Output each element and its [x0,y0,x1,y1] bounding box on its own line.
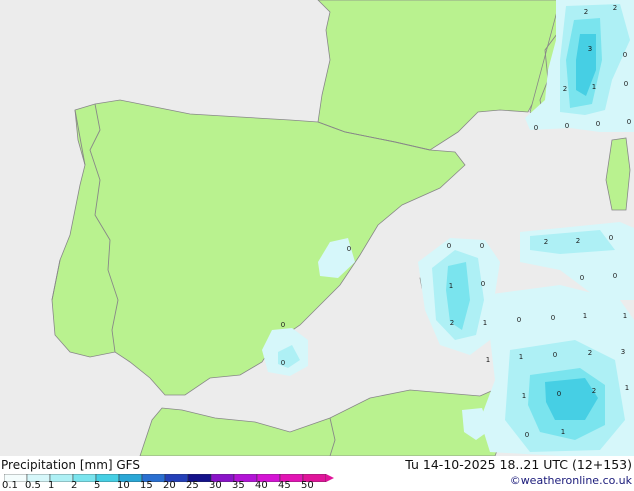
precip-value-label: 1 [449,282,453,290]
colorbar-tick-label: 0.1 [2,480,18,491]
precip-value-label: 0 [609,234,613,242]
precip-value-label: 0 [553,351,557,359]
copyright-link[interactable]: ©weatheronline.co.uk [510,474,632,488]
precip-value-label: 0 [480,242,484,250]
precip-value-label: 2 [592,387,596,395]
model-run-info: Tu 14-10-2025 18..21 UTC (12+153) [405,457,632,472]
colorbar-arrow [326,474,334,482]
precip-value-label: 0 [534,124,538,132]
precip-value-label: 0 [517,316,521,324]
precip-value-label: 0 [551,314,555,322]
colorbar-tick-label: 10 [117,480,130,491]
precip-value-label: 1 [592,83,596,91]
precip-value-label: 2 [588,349,592,357]
precip-value-label: 1 [519,353,523,361]
precip-value-label: 0 [613,272,617,280]
colorbar-tick-label: 35 [232,480,245,491]
precip-value-label: 0 [624,80,628,88]
precip-value-label: 0 [347,245,351,253]
precip-value-label: 0 [525,431,529,439]
precip-value-label: 2 [584,8,588,16]
precip-value-label: 0 [281,359,285,367]
precip-value-label: 2 [563,85,567,93]
precip-value-label: 0 [565,122,569,130]
precip-value-label: 1 [623,312,627,320]
precip-value-label: 0 [447,242,451,250]
precip-value-label: 0 [623,51,627,59]
precip-value-label: 3 [621,348,625,356]
colorbar-tick-label: 40 [255,480,268,491]
precip-value-label: 0 [596,120,600,128]
precip-value-label: 1 [483,319,487,327]
precip-value-label: 0 [627,118,631,126]
colorbar-tick-label: 30 [209,480,222,491]
precip-value-label: 1 [522,392,526,400]
legend-title: Precipitation [mm] GFS [1,458,140,472]
precip-value-label: 2 [450,319,454,327]
colorbar-tick-label: 20 [163,480,176,491]
colorbar-tick-label: 0.5 [25,480,41,491]
colorbar-tick-label: 2 [71,480,78,491]
precip-value-label: 1 [583,312,587,320]
precip-value-label: 2 [613,4,617,12]
precip-value-label: 1 [625,384,629,392]
precip-value-label: 2 [576,237,580,245]
precip-value-label: 0 [481,280,485,288]
precip-value-label: 0 [557,390,561,398]
precip-value-label: 0 [281,321,285,329]
precip-value-label: 0 [580,274,584,282]
precip-value-label: 2 [544,238,548,246]
colorbar-tick-label: 5 [94,480,101,491]
precipitation-map: 2 2 3 2 1 0 0 0 0 0 0 0 0 0 2 2 0 0 0 1 … [0,0,634,456]
colorbar-tick-label: 15 [140,480,153,491]
colorbar-tick-label: 1 [48,480,55,491]
colorbar-tick-label: 25 [186,480,199,491]
precip-value-label: 1 [486,356,490,364]
colorbar-tick-label: 45 [278,480,291,491]
colorbar-tick-label: 50 [301,480,314,491]
precip-value-label: 3 [588,45,592,53]
precip-value-label: 1 [561,428,565,436]
